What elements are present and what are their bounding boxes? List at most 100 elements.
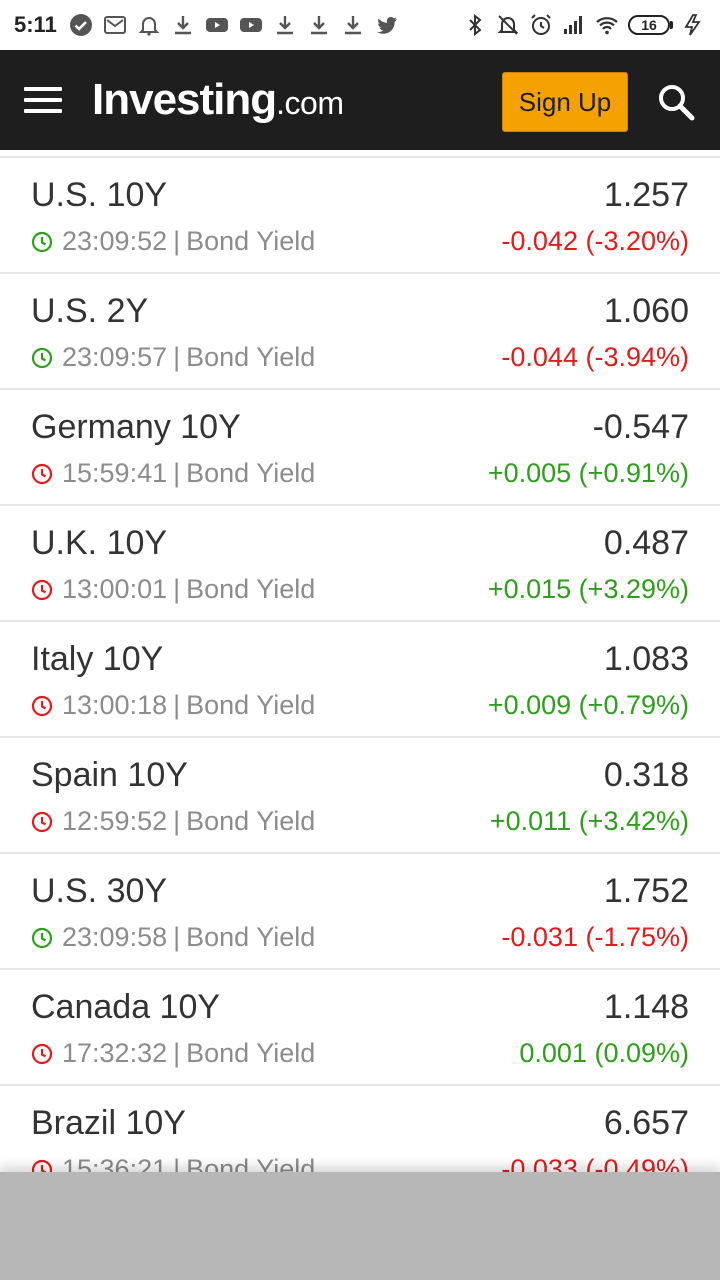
bond-name: U.S. 2Y [31, 292, 149, 330]
bond-change: -0.033 (-0.49%) [501, 1154, 689, 1172]
wifi-icon [595, 13, 619, 37]
bond-time: 23:09:52 [62, 226, 168, 256]
check-circle-icon [69, 13, 93, 37]
bond-name: U.S. 30Y [31, 872, 168, 910]
bond-time: 23:09:57 [62, 342, 168, 372]
bond-type: Bond Yield [186, 458, 316, 488]
meta-separator: | [173, 806, 181, 836]
download-icon [171, 13, 195, 37]
twitter-icon [375, 13, 399, 37]
bond-row[interactable]: Spain 10Y 0.318 12:59:52 | Bond Yield +0… [0, 738, 720, 854]
red-clock-icon [31, 811, 53, 833]
system-icons: 16 [463, 13, 706, 37]
charging-icon [682, 13, 706, 37]
logo-sub: .com [276, 85, 344, 121]
bond-type: Bond Yield [186, 226, 316, 256]
bond-name: Germany 10Y [31, 408, 241, 446]
investing-logo[interactable]: Investing .com [92, 75, 344, 125]
bond-time: 13:00:18 [62, 690, 168, 720]
bond-time: 13:00:01 [62, 574, 168, 604]
bond-yield-value: 6.657 [603, 1104, 689, 1142]
red-clock-icon [31, 1043, 53, 1065]
bond-change: +0.015 (+3.29%) [487, 574, 689, 604]
bond-name: U.S. 10Y [31, 176, 168, 214]
bond-yield-value: 1.083 [603, 640, 689, 678]
bond-row[interactable]: Italy 10Y 1.083 13:00:18 | Bond Yield +0… [0, 622, 720, 738]
bell-icon [137, 13, 161, 37]
bond-row[interactable]: Brazil 10Y 6.657 15:36:21 | Bond Yield -… [0, 1086, 720, 1172]
status-bar: 5:11 16 [0, 0, 720, 50]
green-clock-icon [31, 347, 53, 369]
green-clock-icon [31, 927, 53, 949]
bond-meta: 13:00:18 | Bond Yield [31, 690, 315, 721]
bond-type: Bond Yield [186, 690, 316, 720]
bond-rows: U.S. 10Y 1.257 23:09:52 | Bond Yield -0.… [0, 158, 720, 1172]
bond-yield-value: 1.060 [603, 292, 689, 330]
bond-type: Bond Yield [186, 922, 316, 952]
bond-change: 0.001 (0.09%) [519, 1038, 689, 1068]
battery-icon: 16 [628, 15, 673, 35]
bond-meta: 23:09:52 | Bond Yield [31, 226, 315, 257]
red-clock-icon [31, 579, 53, 601]
bond-row[interactable]: U.S. 30Y 1.752 23:09:58 | Bond Yield -0.… [0, 854, 720, 970]
bond-type: Bond Yield [186, 1038, 316, 1068]
bond-row[interactable]: U.K. 10Y 0.487 13:00:01 | Bond Yield +0.… [0, 506, 720, 622]
bond-type: Bond Yield [186, 806, 316, 836]
bond-type: Bond Yield [186, 342, 316, 372]
bond-name: U.K. 10Y [31, 524, 168, 562]
bond-list: U.S. 10Y 1.257 23:09:52 | Bond Yield -0.… [0, 150, 720, 1172]
bell-off-icon [496, 13, 520, 37]
bond-row[interactable]: U.S. 10Y 1.257 23:09:52 | Bond Yield -0.… [0, 158, 720, 274]
meta-separator: | [173, 342, 181, 372]
download-icon [273, 13, 297, 37]
bond-meta: 15:59:41 | Bond Yield [31, 458, 315, 489]
bond-type: Bond Yield [186, 574, 316, 604]
green-clock-icon [31, 231, 53, 253]
bond-yield-value: 1.752 [603, 872, 689, 910]
bond-time: 15:36:21 [62, 1154, 168, 1172]
bond-time: 17:32:32 [62, 1038, 168, 1068]
download-icon [341, 13, 365, 37]
bond-yield-value: 0.318 [603, 756, 689, 794]
search-icon [659, 85, 695, 121]
meta-separator: | [173, 690, 181, 720]
bond-type: Bond Yield [186, 1154, 316, 1172]
alarm-icon [529, 13, 553, 37]
youtube-icon [239, 13, 263, 37]
meta-separator: | [173, 922, 181, 952]
menu-button[interactable] [0, 50, 86, 150]
bond-yield-value: 0.487 [603, 524, 689, 562]
logo-main: Investing [92, 75, 277, 124]
sign-up-button[interactable]: Sign Up [502, 72, 628, 132]
meta-separator: | [173, 226, 181, 256]
bond-time: 15:59:41 [62, 458, 168, 488]
bond-yield-value: -0.547 [592, 408, 689, 446]
bond-row[interactable]: U.S. 2Y 1.060 23:09:57 | Bond Yield -0.0… [0, 274, 720, 390]
bond-row[interactable]: Canada 10Y 1.148 17:32:32 | Bond Yield 0… [0, 970, 720, 1086]
meta-separator: | [173, 458, 181, 488]
youtube-icon [205, 13, 229, 37]
hamburger-icon [24, 87, 62, 91]
notification-icons [69, 13, 399, 37]
meta-separator: | [173, 574, 181, 604]
bond-change: -0.031 (-1.75%) [501, 922, 689, 952]
bond-meta: 13:00:01 | Bond Yield [31, 574, 315, 605]
bond-name: Italy 10Y [31, 640, 164, 678]
meta-separator: | [173, 1038, 181, 1068]
bond-yield-value: 1.148 [603, 988, 689, 1026]
bond-change: +0.011 (+3.42%) [489, 806, 689, 836]
mail-icon [103, 13, 127, 37]
red-clock-icon [31, 1159, 53, 1172]
bond-row[interactable]: Germany 10Y -0.547 15:59:41 | Bond Yield… [0, 390, 720, 506]
bond-change: +0.005 (+0.91%) [487, 458, 689, 488]
bond-change: +0.009 (+0.79%) [487, 690, 689, 720]
download-icon [307, 13, 331, 37]
signal-icon [562, 13, 586, 37]
battery-level: 16 [628, 15, 670, 35]
app-header: Investing .com Sign Up [0, 50, 720, 150]
bond-meta: 12:59:52 | Bond Yield [31, 806, 315, 837]
red-clock-icon [31, 463, 53, 485]
bluetooth-icon [463, 13, 487, 37]
search-button[interactable] [652, 78, 700, 126]
bond-name: Canada 10Y [31, 988, 221, 1026]
